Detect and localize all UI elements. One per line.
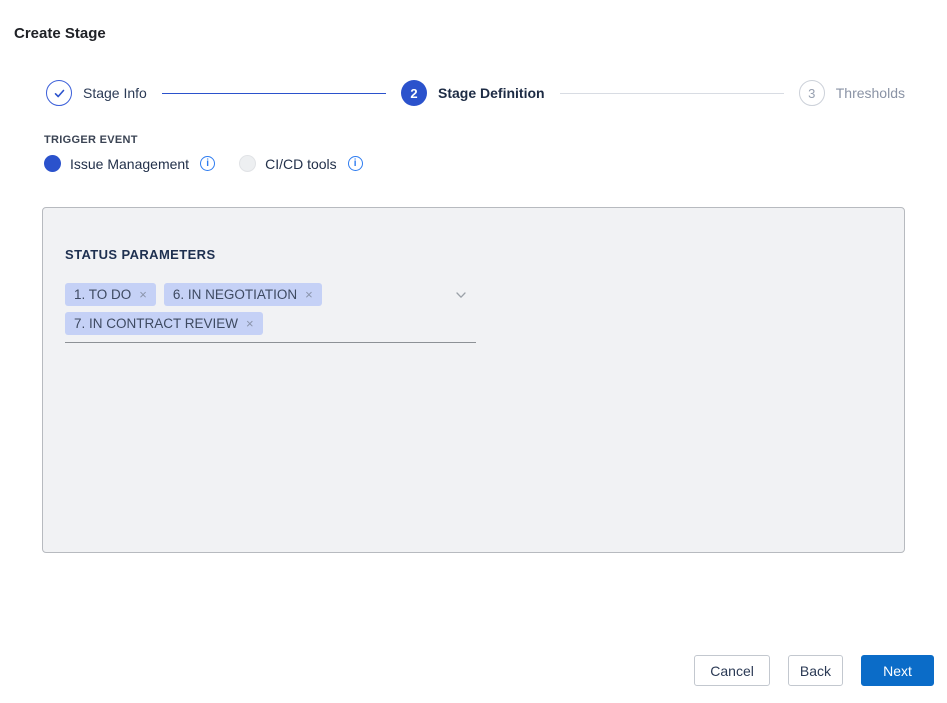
radio-unselected[interactable]	[239, 155, 256, 172]
status-parameters-select[interactable]: 1. TO DO × 6. IN NEGOTIATION × 7. IN CON…	[65, 283, 476, 343]
stepper-step-stage-definition[interactable]: 2 Stage Definition	[401, 80, 545, 106]
stepper: Stage Info 2 Stage Definition 3 Threshol…	[46, 80, 905, 106]
tag-label: 1. TO DO	[74, 287, 131, 302]
status-parameters-panel: STATUS PARAMETERS 1. TO DO × 6. IN NEGOT…	[42, 207, 905, 553]
step-label: Stage Definition	[438, 85, 545, 101]
remove-tag-icon[interactable]: ×	[139, 288, 147, 301]
next-button[interactable]: Next	[861, 655, 934, 686]
step-completed-circle	[46, 80, 72, 106]
stepper-connector-active	[162, 93, 386, 94]
remove-tag-icon[interactable]: ×	[305, 288, 313, 301]
step-current-circle: 2	[401, 80, 427, 106]
radio-option-cicd-tools[interactable]: CI/CD tools i	[239, 155, 363, 172]
check-icon	[53, 87, 66, 100]
info-icon[interactable]: i	[348, 156, 363, 171]
step-label: Thresholds	[836, 85, 905, 101]
radio-option-issue-management[interactable]: Issue Management i	[44, 155, 215, 172]
page-title: Create Stage	[14, 25, 106, 42]
tag-chip: 6. IN NEGOTIATION ×	[164, 283, 322, 306]
trigger-event-label: TRIGGER EVENT	[44, 134, 363, 146]
step-label: Stage Info	[83, 85, 147, 101]
stepper-connector-inactive	[560, 93, 784, 94]
cancel-button[interactable]: Cancel	[694, 655, 770, 686]
trigger-event-section: TRIGGER EVENT Issue Management i CI/CD t…	[44, 134, 363, 172]
tag-label: 7. IN CONTRACT REVIEW	[74, 316, 238, 331]
dialog-actions: Cancel Back Next	[694, 655, 934, 686]
radio-selected[interactable]	[44, 155, 61, 172]
chevron-down-icon[interactable]	[454, 288, 468, 302]
selected-tags: 1. TO DO × 6. IN NEGOTIATION × 7. IN CON…	[65, 283, 440, 335]
step-upcoming-circle: 3	[799, 80, 825, 106]
tag-label: 6. IN NEGOTIATION	[173, 287, 297, 302]
radio-label: CI/CD tools	[265, 156, 337, 172]
radio-label: Issue Management	[70, 156, 189, 172]
info-icon[interactable]: i	[200, 156, 215, 171]
create-stage-dialog: { "page": { "title": "Create Stage" }, "…	[0, 0, 947, 703]
tag-chip: 7. IN CONTRACT REVIEW ×	[65, 312, 263, 335]
stepper-step-stage-info[interactable]: Stage Info	[46, 80, 147, 106]
tag-chip: 1. TO DO ×	[65, 283, 156, 306]
back-button[interactable]: Back	[788, 655, 843, 686]
remove-tag-icon[interactable]: ×	[246, 317, 254, 330]
status-parameters-label: STATUS PARAMETERS	[65, 247, 882, 262]
trigger-event-radio-group: Issue Management i CI/CD tools i	[44, 155, 363, 172]
stepper-step-thresholds[interactable]: 3 Thresholds	[799, 80, 905, 106]
